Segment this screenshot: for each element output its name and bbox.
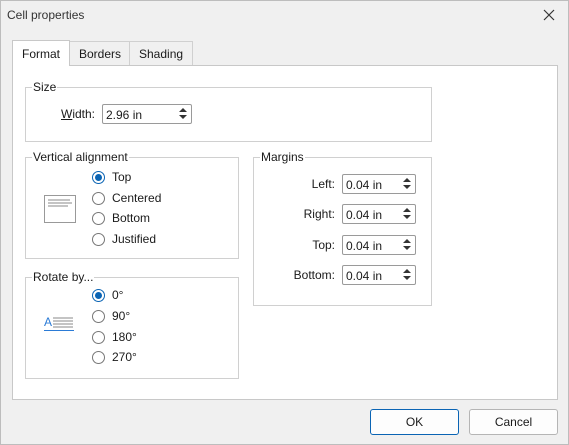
tab-label: Borders <box>79 46 122 61</box>
rotate-by-group-label: Rotate by... <box>32 270 95 284</box>
radio-circle <box>92 350 105 364</box>
margin-right-value: 0.04 in <box>346 208 383 222</box>
radio-circle <box>92 288 105 302</box>
spin-down-icon <box>403 276 411 280</box>
margin-top-spinbox[interactable]: 0.04 in <box>342 235 416 255</box>
margin-top-value: 0.04 in <box>346 239 383 253</box>
radio-circle <box>92 170 105 184</box>
valign-centered-radio[interactable]: Centered <box>92 190 161 206</box>
tab-borders[interactable]: Borders <box>69 41 132 65</box>
radio-label: Bottom <box>112 211 151 225</box>
vertical-alignment-group-label: Vertical alignment <box>32 150 129 164</box>
margin-bottom-label: Bottom: <box>293 268 335 282</box>
tab-format[interactable]: Format <box>12 40 71 66</box>
valign-bottom-radio[interactable]: Bottom <box>92 210 150 226</box>
margin-left-spinbox[interactable]: 0.04 in <box>342 174 416 194</box>
spin-down-icon <box>179 115 187 119</box>
radio-label: Centered <box>112 191 162 205</box>
vertical-alignment-preview-icon <box>44 195 76 223</box>
spin-down-icon <box>403 246 411 250</box>
margin-left-value: 0.04 in <box>346 178 383 192</box>
close-icon <box>543 9 555 21</box>
radio-label: 90° <box>112 309 131 323</box>
margin-left-spin-arrows[interactable] <box>401 177 413 191</box>
radio-label: Justified <box>112 232 157 246</box>
margin-top-spin-arrows[interactable] <box>401 238 413 252</box>
ok-button[interactable]: OK <box>370 409 459 435</box>
spin-up-icon <box>403 208 411 212</box>
margin-bottom-spinbox[interactable]: 0.04 in <box>342 265 416 285</box>
format-tab-panel: Size Width: 2.96 in Vertical alignment T… <box>12 65 558 400</box>
size-group-label: Size <box>32 80 58 94</box>
tab-label: Shading <box>139 46 184 61</box>
width-label-rest: idth: <box>72 107 96 121</box>
radio-circle <box>92 330 105 344</box>
radio-circle <box>92 232 105 246</box>
rotate-270-radio[interactable]: 270° <box>92 349 137 365</box>
rotate-preview-lines <box>53 317 73 328</box>
radio-circle <box>92 309 105 323</box>
cancel-button[interactable]: Cancel <box>469 409 558 435</box>
width-value: 2.96 in <box>106 108 143 122</box>
radio-label: Top <box>112 170 132 184</box>
rotate-preview-icon: A <box>44 315 76 333</box>
margins-group-label: Margins <box>260 150 305 164</box>
rotate-preview-letter: A <box>44 315 53 329</box>
margin-left-label: Left: <box>311 177 335 191</box>
width-label: Width: <box>61 107 96 121</box>
rotate-90-radio[interactable]: 90° <box>92 308 130 324</box>
radio-label: 0° <box>112 288 124 302</box>
rotate-preview-underline <box>44 330 74 331</box>
close-button[interactable] <box>536 3 562 27</box>
radio-circle <box>92 191 105 205</box>
margin-top-label: Top: <box>312 238 335 252</box>
margin-right-label: Right: <box>303 207 335 221</box>
rotate-180-radio[interactable]: 180° <box>92 329 137 345</box>
dialog-title: Cell properties <box>7 8 85 22</box>
spin-up-icon <box>403 239 411 243</box>
valign-justified-radio[interactable]: Justified <box>92 231 156 247</box>
margin-right-spin-arrows[interactable] <box>401 207 413 221</box>
cell-properties-dialog: Cell properties Format Borders Shading S… <box>0 0 569 445</box>
valign-top-radio[interactable]: Top <box>92 169 131 185</box>
rotate-by-group: Rotate by... A 0° 90° 180° 270° <box>25 270 239 379</box>
radio-label: 180° <box>112 330 137 344</box>
tab-shading[interactable]: Shading <box>129 41 194 65</box>
vertical-alignment-group: Vertical alignment Top Centered Bottom J… <box>25 150 239 259</box>
rotate-0-radio[interactable]: 0° <box>92 287 123 303</box>
size-group: Size Width: 2.96 in <box>25 80 432 142</box>
margin-bottom-value: 0.04 in <box>346 269 383 283</box>
spin-up-icon <box>179 108 187 112</box>
spin-up-icon <box>403 178 411 182</box>
margin-right-spinbox[interactable]: 0.04 in <box>342 204 416 224</box>
width-spin-arrows[interactable] <box>177 107 189 121</box>
width-spinbox[interactable]: 2.96 in <box>102 104 192 124</box>
spin-up-icon <box>403 269 411 273</box>
tab-label: Format <box>22 46 61 61</box>
radio-circle <box>92 211 105 225</box>
margins-group: Margins Left: 0.04 in Right: 0.04 in Top… <box>253 150 432 306</box>
margin-bottom-spin-arrows[interactable] <box>401 268 413 282</box>
spin-down-icon <box>403 215 411 219</box>
radio-label: 270° <box>112 350 137 364</box>
spin-down-icon <box>403 185 411 189</box>
